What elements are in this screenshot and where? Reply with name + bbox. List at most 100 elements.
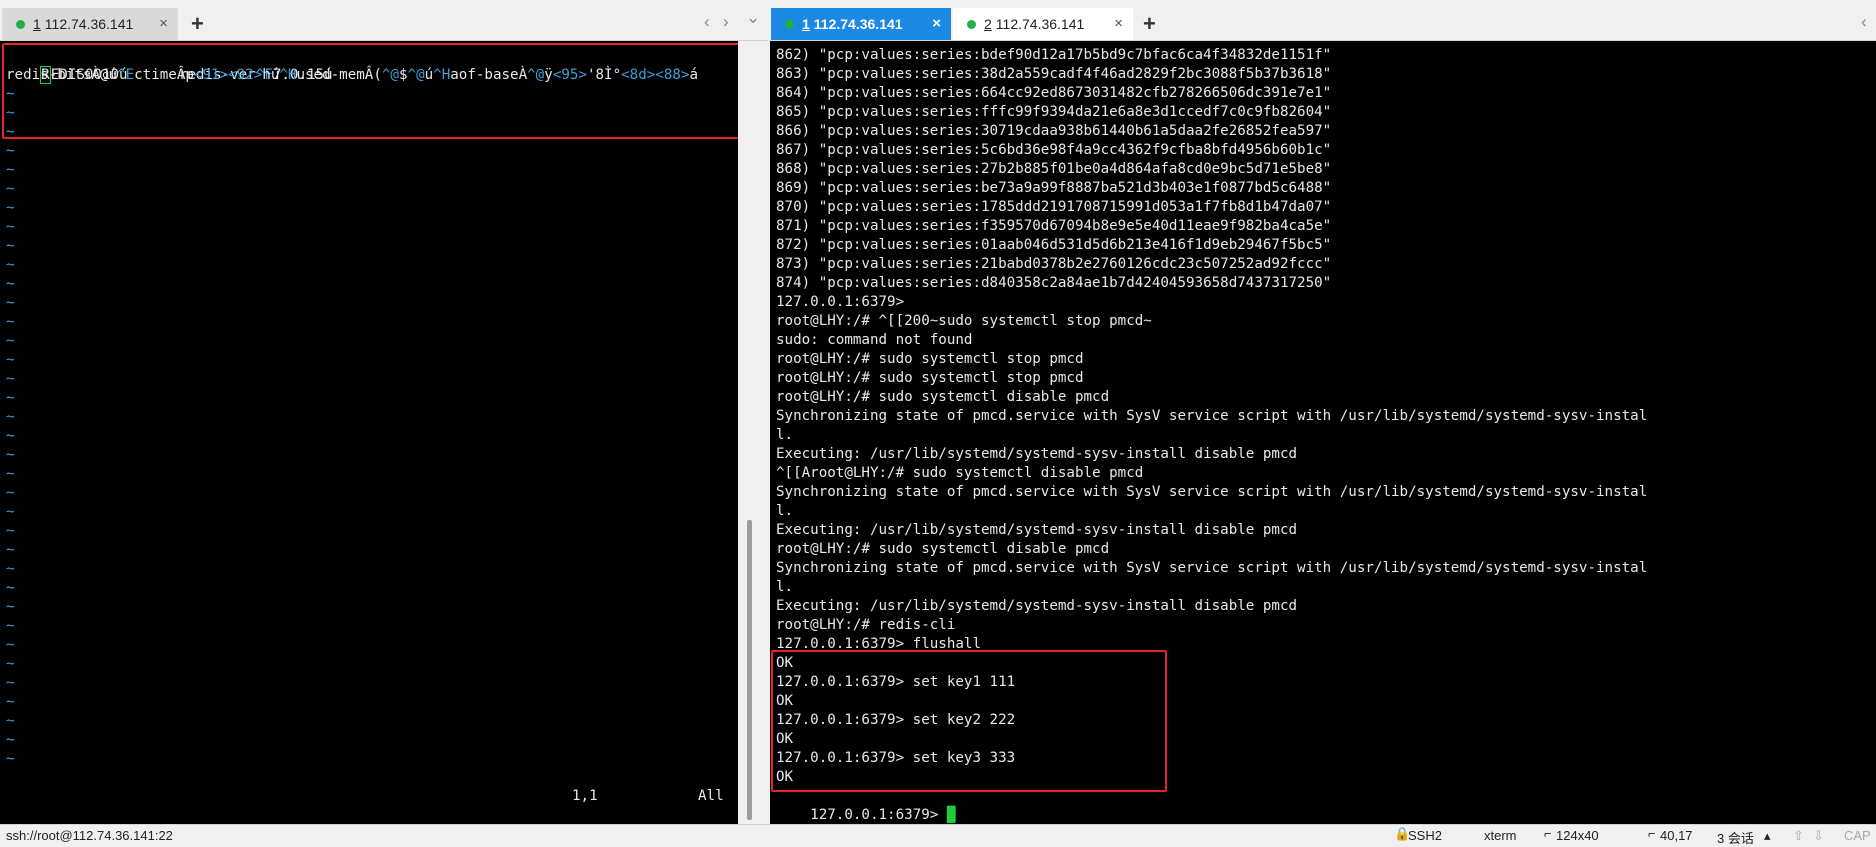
- redis-prompt: 127.0.0.1:6379>: [810, 807, 947, 823]
- terminal-line: 865) "pcp:values:series:fffc99f9394da21e…: [776, 104, 1332, 120]
- add-tab-button[interactable]: +: [191, 11, 204, 37]
- caps-indicator: CAP: [1844, 828, 1871, 843]
- left-terminal[interactable]: REDIS0010ú redis-ver^F7.0.15ú redis-bits…: [0, 41, 738, 824]
- vim-tilde-line: ~: [6, 276, 15, 292]
- terminal-line: Executing: /usr/lib/systemd/systemd-sysv…: [776, 522, 1298, 538]
- resize-icon: ⌐: [1544, 826, 1552, 841]
- vim-tilde-line: ~: [6, 314, 15, 330]
- vim-tilde-line: ~: [6, 561, 15, 577]
- vim-tilde-line: ~: [6, 751, 15, 767]
- vim-tilde-line: ~: [6, 466, 15, 482]
- tab-prev-icon[interactable]: ‹: [1861, 12, 1867, 32]
- terminal-line: 127.0.0.1:6379>: [776, 294, 905, 310]
- terminal-type: xterm: [1484, 828, 1517, 843]
- vim-ruler-position: 1,1: [572, 788, 598, 804]
- right-terminal[interactable]: 862) "pcp:values:series:bdef90d12a17b5bd…: [770, 41, 1876, 824]
- right-tab-2[interactable]: 2 112.74.36.141 ×: [953, 8, 1133, 40]
- terminal-line: root@LHY:/# sudo systemctl disable pmcd: [776, 541, 1110, 557]
- terminal-line: Synchronizing state of pmcd.service with…: [776, 560, 1648, 576]
- terminal-line: root@LHY:/# sudo systemctl disable pmcd: [776, 389, 1110, 405]
- vim-tilde-line: ~: [6, 352, 15, 368]
- tab-number: 1: [802, 16, 810, 32]
- terminal-line: sudo: command not found: [776, 332, 973, 348]
- connection-info: ssh://root@112.74.36.141:22: [6, 828, 173, 843]
- tab-host: 112.74.36.141: [995, 16, 1085, 32]
- terminal-line: 874) "pcp:values:series:d840358c2a84ae1b…: [776, 275, 1332, 291]
- vim-tilde-line: ~: [6, 618, 15, 634]
- tab-prev-icon[interactable]: ‹: [704, 12, 710, 32]
- terminal-line: 862) "pcp:values:series:bdef90d12a17b5bd…: [776, 47, 1332, 63]
- terminal-line: Synchronizing state of pmcd.service with…: [776, 484, 1648, 500]
- vim-tilde-line: ~: [6, 523, 15, 539]
- vim-tilde-line: ~: [6, 200, 15, 216]
- vim-tilde-line: ~: [6, 181, 15, 197]
- vim-tilde-line: ~: [6, 238, 15, 254]
- highlight-box: [771, 650, 1167, 792]
- session-count[interactable]: 3 会话: [1717, 828, 1754, 847]
- terminal-line: ^[[Aroot@LHY:/# sudo systemctl disable p…: [776, 465, 1144, 481]
- vim-tilde-line: ~: [6, 295, 15, 311]
- vim-tilde-line: ~: [6, 447, 15, 463]
- vim-tilde-line: ~: [6, 637, 15, 653]
- scroll-up-icon[interactable]: ⇧: [1793, 828, 1804, 844]
- pane-divider[interactable]: [738, 41, 768, 824]
- terminal-cursor: █: [946, 807, 956, 823]
- terminal-line: l.: [776, 427, 794, 443]
- terminal-line: 863) "pcp:values:series:38d2a559cadf4f46…: [776, 66, 1332, 82]
- terminal-size: 124x40: [1556, 828, 1599, 843]
- cursor-icon: ⌐: [1648, 826, 1656, 841]
- terminal-line: 864) "pcp:values:series:664cc92ed8673031…: [776, 85, 1332, 101]
- vim-tilde-line: ~: [6, 409, 15, 425]
- terminal-line: 870) "pcp:values:series:1785ddd219170871…: [776, 199, 1332, 215]
- terminal-line: l.: [776, 579, 794, 595]
- tab-number: 2: [984, 16, 992, 32]
- tab-next-icon[interactable]: ›: [723, 12, 729, 32]
- terminal-line: root@LHY:/# ^[[200~sudo systemctl stop p…: [776, 313, 1152, 329]
- highlight-box: [2, 43, 738, 139]
- vim-tilde-line: ~: [6, 732, 15, 748]
- terminal-line: root@LHY:/# redis-cli: [776, 617, 956, 633]
- terminal-line: 868) "pcp:values:series:27b2b885f01be0a4…: [776, 161, 1332, 177]
- vim-tilde-line: ~: [6, 694, 15, 710]
- add-tab-button[interactable]: +: [1143, 11, 1156, 37]
- left-tab-1[interactable]: 1 112.74.36.141 ×: [2, 8, 178, 40]
- scroll-down-icon[interactable]: ⇩: [1813, 828, 1824, 844]
- connected-icon: [16, 19, 25, 29]
- terminal-line: 871) "pcp:values:series:f359570d67094b8e…: [776, 218, 1332, 234]
- vim-tilde-line: ~: [6, 542, 15, 558]
- vim-tilde-line: ~: [6, 162, 15, 178]
- vim-tilde-line: ~: [6, 580, 15, 596]
- close-tab-icon[interactable]: ×: [1114, 15, 1123, 32]
- left-tab-bar: 1 112.74.36.141 × + ‹ › ⌄: [0, 0, 768, 41]
- vim-tilde-line: ~: [6, 599, 15, 615]
- terminal-line: root@LHY:/# sudo systemctl stop pmcd: [776, 351, 1084, 367]
- right-tab-1[interactable]: 1 112.74.36.141 ×: [771, 8, 951, 40]
- vim-tilde-line: ~: [6, 333, 15, 349]
- vim-tilde-line: ~: [6, 257, 15, 273]
- left-scrollbar[interactable]: [747, 520, 752, 820]
- connected-icon: [785, 19, 794, 29]
- close-tab-icon[interactable]: ×: [932, 15, 941, 32]
- vim-tilde-line: ~: [6, 713, 15, 729]
- vim-tilde-line: ~: [6, 428, 15, 444]
- vim-tilde-line: ~: [6, 675, 15, 691]
- vim-tilde-line: ~: [6, 143, 15, 159]
- terminal-line: 866) "pcp:values:series:30719cdaa938b614…: [776, 123, 1332, 139]
- cursor-position: 40,17: [1660, 828, 1693, 843]
- vim-tilde-line: ~: [6, 390, 15, 406]
- terminal-line: root@LHY:/# sudo systemctl stop pmcd: [776, 370, 1084, 386]
- right-tab-bar: 1 112.74.36.141 × 2 112.74.36.141 × + ‹: [769, 0, 1876, 41]
- terminal-line: 869) "pcp:values:series:be73a9a99f8887ba…: [776, 180, 1332, 196]
- protocol: SSH2: [1408, 828, 1442, 843]
- terminal-line: 873) "pcp:values:series:21babd0378b2e276…: [776, 256, 1332, 272]
- terminal-line: l.: [776, 503, 794, 519]
- tab-menu-icon[interactable]: ⌄: [746, 8, 760, 28]
- status-bar: ssh://root@112.74.36.141:22 🔒 SSH2 xterm…: [0, 824, 1876, 847]
- terminal-line: Executing: /usr/lib/systemd/systemd-sysv…: [776, 598, 1298, 614]
- terminal-line: 867) "pcp:values:series:5c6bd36e98f4a9cc…: [776, 142, 1332, 158]
- vim-ruler-all: All: [698, 788, 724, 804]
- session-up-icon[interactable]: ▴: [1764, 828, 1771, 844]
- close-tab-icon[interactable]: ×: [159, 15, 168, 32]
- tab-host: 112.74.36.141: [813, 16, 903, 32]
- vim-tilde-line: ~: [6, 656, 15, 672]
